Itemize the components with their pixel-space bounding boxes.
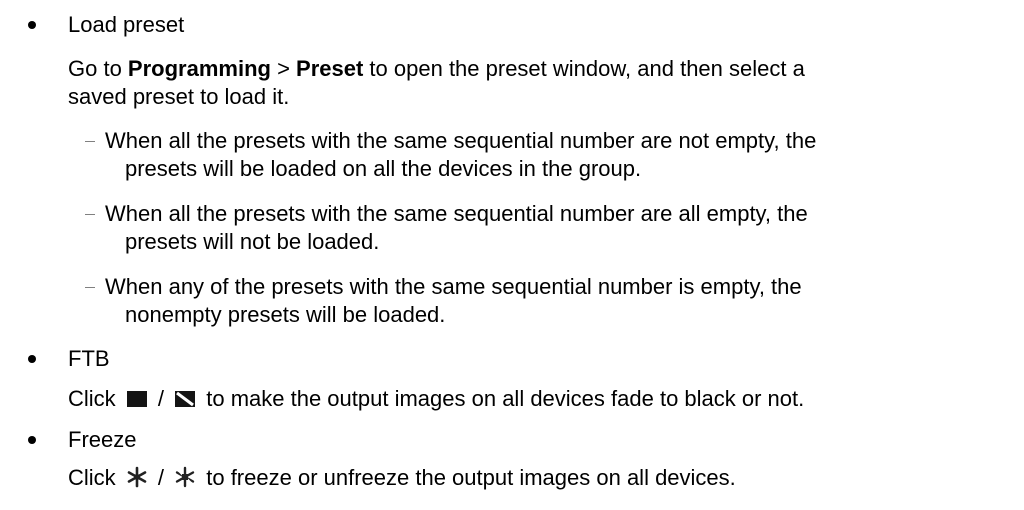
section-title-ftb: FTB bbox=[68, 346, 110, 371]
section-title-freeze: Freeze bbox=[68, 427, 137, 452]
load-preset-instruction-line2: saved preset to load it. bbox=[68, 84, 290, 109]
freeze-instruction: Click / to freeze or unfreeze the output… bbox=[68, 465, 736, 494]
dash-marker bbox=[85, 141, 95, 142]
sub-item-2-line1: When all the presets with the same seque… bbox=[105, 201, 808, 226]
sub-item-3-line2: nonempty presets will be loaded. bbox=[125, 302, 446, 327]
menu-preset: Preset bbox=[296, 56, 364, 81]
ftb-on-icon bbox=[126, 389, 148, 415]
freeze-icon bbox=[126, 466, 148, 494]
ftb-off-icon bbox=[174, 389, 196, 415]
bullet-freeze bbox=[28, 436, 36, 444]
bullet-load-preset bbox=[28, 21, 36, 29]
sub-item-1-line1: When all the presets with the same seque… bbox=[105, 128, 817, 153]
sub-item-3-line1: When any of the presets with the same se… bbox=[105, 274, 802, 299]
dash-marker bbox=[85, 287, 95, 288]
sub-item-1-line2: presets will be loaded on all the device… bbox=[125, 156, 642, 181]
load-preset-instruction: Go to Programming > Preset to open the p… bbox=[68, 56, 805, 81]
menu-programming: Programming bbox=[127, 56, 271, 81]
document-page: Load preset Go to Programming > Preset t… bbox=[0, 0, 1024, 510]
dash-marker bbox=[85, 214, 95, 215]
bullet-ftb bbox=[28, 355, 36, 363]
ftb-instruction: Click / to make the output images on all… bbox=[68, 386, 804, 415]
unfreeze-icon bbox=[174, 466, 196, 494]
sub-item-2-line2: presets will not be loaded. bbox=[125, 229, 380, 254]
section-title-load-preset: Load preset bbox=[68, 12, 185, 37]
